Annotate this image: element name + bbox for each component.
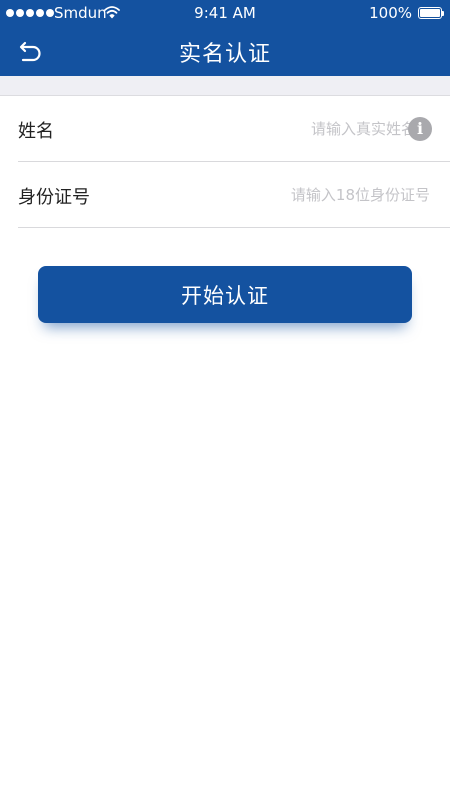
- id-number-row: 身份证号: [18, 162, 450, 228]
- verification-form: 姓名 i 身份证号: [0, 96, 450, 228]
- page-title: 实名认证: [178, 42, 271, 67]
- battery-icon: [418, 7, 444, 19]
- info-icon[interactable]: i: [408, 117, 432, 141]
- name-row: 姓名 i: [18, 96, 450, 162]
- id-number-input[interactable]: [128, 180, 430, 210]
- status-bar: Smdun 9:41 AM 100%: [0, 0, 450, 28]
- battery-level-fill: [420, 9, 440, 17]
- section-separator: [0, 76, 450, 96]
- start-verification-button[interactable]: 开始认证: [38, 266, 412, 323]
- name-label: 姓名: [18, 121, 54, 142]
- navigation-bar: 实名认证: [0, 28, 450, 76]
- id-number-label: 身份证号: [18, 187, 90, 208]
- battery-percentage: 100%: [369, 4, 412, 22]
- name-input[interactable]: [128, 114, 416, 144]
